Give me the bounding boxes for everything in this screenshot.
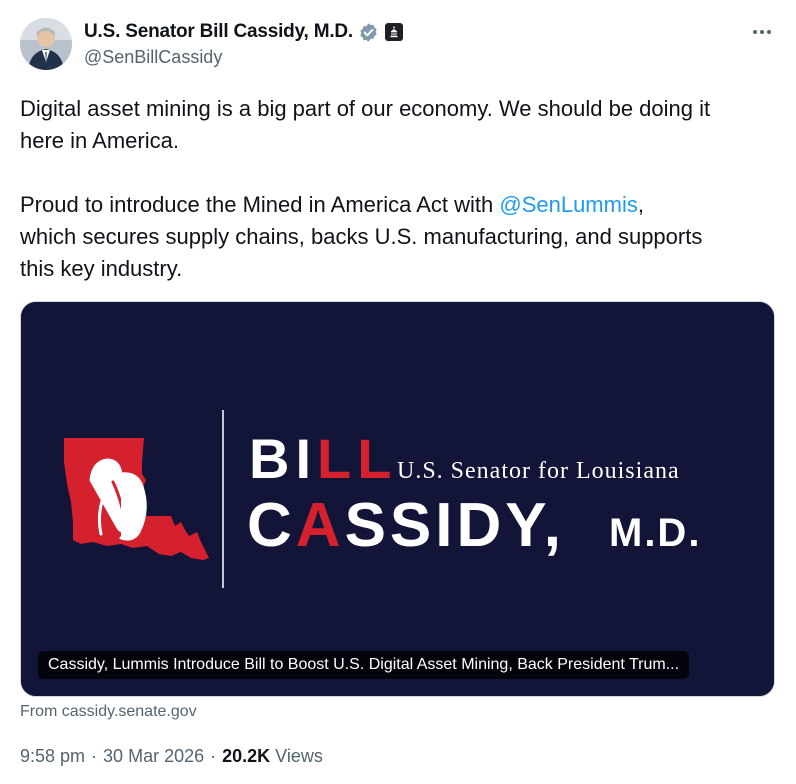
link-preview-card[interactable]: BILL U.S. Senator for Louisiana CASSIDY,…: [20, 301, 775, 697]
tweet-meta: 9:58 pm · 30 Mar 2026 · 20.2K Views: [20, 746, 323, 767]
mention-link[interactable]: @SenLummis: [499, 192, 638, 217]
logo-word-bill: BILL: [249, 427, 397, 490]
author-display-name[interactable]: U.S. Senator Bill Cassidy, M.D.: [84, 21, 353, 43]
card-image: BILL U.S. Senator for Louisiana CASSIDY,…: [21, 302, 774, 696]
tweet-author: U.S. Senator Bill Cassidy, M.D. @SenBill…: [84, 20, 404, 68]
tweet-time[interactable]: 9:58 pm: [20, 746, 85, 767]
views-label[interactable]: Views: [275, 746, 323, 767]
tweet-text-segment: Proud to introduce the Mined in America …: [20, 192, 500, 217]
tweet-line: which secures supply chains, backs U.S. …: [20, 224, 703, 249]
verified-badge-icon[interactable]: [358, 22, 379, 43]
card-title[interactable]: Cassidy, Lummis Introduce Bill to Boost …: [38, 651, 690, 679]
tweet-text-segment: ,: [637, 192, 644, 217]
views-count[interactable]: 20.2K: [222, 746, 270, 767]
logo-suffix: M.D.: [609, 511, 701, 555]
tweet-line: Digital asset mining is a big part of ou…: [20, 96, 711, 121]
avatar-photo: [20, 18, 72, 70]
government-affiliation-icon[interactable]: [385, 23, 404, 41]
tweet-line: here in America.: [20, 128, 179, 153]
logo-subtitle: U.S. Senator for Louisiana: [397, 458, 680, 484]
logo-word-cassidy: CASSIDY,: [247, 491, 565, 560]
more-options-icon[interactable]: [750, 20, 774, 44]
tweet-line: Proud to introduce the Mined in America …: [20, 189, 770, 221]
tweet-date[interactable]: 30 Mar 2026: [103, 746, 204, 767]
tweet-line: this key industry.: [20, 256, 183, 281]
author-handle[interactable]: @SenBillCassidy: [84, 47, 403, 68]
meta-separator: ·: [91, 746, 98, 766]
author-avatar[interactable]: [20, 18, 72, 70]
tweet-text: Digital asset mining is a big part of ou…: [20, 93, 770, 285]
meta-separator: ·: [210, 746, 217, 766]
card-source-link[interactable]: From cassidy.senate.gov: [20, 703, 197, 721]
